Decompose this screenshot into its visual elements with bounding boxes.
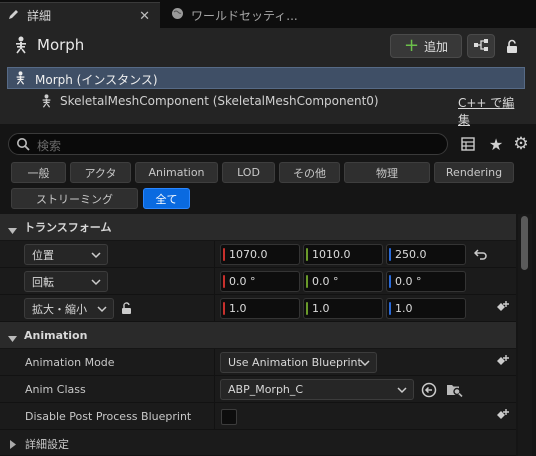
use-selected-icon[interactable]: [420, 381, 437, 398]
add-button[interactable]: + 追加: [390, 34, 462, 58]
disable-post-process-checkbox[interactable]: [221, 409, 237, 425]
scale-x-input[interactable]: 1.0: [220, 298, 300, 319]
rotation-y-value: 0.0 °: [312, 275, 339, 288]
rotation-z-input[interactable]: 0.0 °: [386, 271, 466, 292]
row-rotation: 回転 0.0 ° 0.0 ° 0.0 °: [0, 268, 516, 295]
search-input[interactable]: 検索: [8, 133, 448, 155]
chevron-down-icon: [8, 223, 17, 237]
advanced-label: 詳細設定: [25, 438, 69, 451]
rotation-z-value: 0.0 °: [395, 275, 422, 288]
page-title: Morph: [37, 36, 85, 54]
disable-post-process-label: Disable Post Process Blueprint: [25, 410, 192, 423]
tree-item-root-label: Morph (インスタンス): [35, 73, 158, 87]
add-key-icon[interactable]: [494, 408, 510, 424]
location-label: 位置: [32, 248, 54, 262]
filter-animation[interactable]: Animation: [135, 162, 218, 183]
filter-general[interactable]: 一般: [11, 162, 66, 183]
gear-icon[interactable]: ⚙: [511, 134, 531, 154]
location-y-input[interactable]: 1010.0: [303, 244, 383, 265]
scale-mode-dropdown[interactable]: 拡大・縮小: [24, 298, 114, 319]
add-key-icon[interactable]: [494, 300, 510, 316]
blueprint-icon: [473, 38, 489, 55]
scrollbar-thumb[interactable]: [521, 216, 528, 270]
blueprint-button[interactable]: [467, 34, 495, 58]
reset-arrow-icon[interactable]: [473, 246, 489, 262]
chevron-down-icon: [8, 331, 17, 345]
globe-icon: [171, 7, 184, 23]
rotation-x-value: 0.0 °: [229, 275, 256, 288]
rotation-y-input[interactable]: 0.0 °: [303, 271, 383, 292]
filter-rendering[interactable]: Rendering: [434, 162, 514, 183]
tab-details-label: 詳細: [27, 9, 52, 23]
skeleton-icon: [14, 71, 27, 88]
location-x-value: 1070.0: [229, 248, 268, 261]
browse-icon[interactable]: [445, 381, 463, 398]
chevron-down-icon: [91, 246, 101, 267]
skeleton-icon: [13, 36, 29, 57]
rotation-label: 回転: [32, 275, 54, 289]
animation-mode-dropdown[interactable]: Use Animation Blueprint: [220, 352, 377, 373]
tab-world-settings-label: ワールドセッティ...: [191, 8, 298, 23]
filter-all[interactable]: 全て: [143, 188, 190, 209]
section-animation-label: Animation: [24, 328, 88, 342]
lock-icon[interactable]: [120, 301, 134, 315]
section-transform[interactable]: トランスフォーム: [0, 214, 516, 240]
rotation-mode-dropdown[interactable]: 回転: [24, 271, 108, 292]
filter-physics[interactable]: 物理: [344, 162, 430, 183]
table-icon[interactable]: [460, 136, 476, 152]
chevron-right-icon: [10, 438, 16, 452]
row-advanced[interactable]: 詳細設定: [0, 430, 516, 456]
row-disable-post-process: Disable Post Process Blueprint: [0, 403, 516, 430]
tree-item-root[interactable]: Morph (インスタンス): [7, 67, 525, 89]
tab-details[interactable]: 詳細 ✕: [0, 2, 160, 28]
row-location: 位置 1070.0 1010.0 250.0: [0, 241, 516, 268]
rotation-x-input[interactable]: 0.0 °: [220, 271, 300, 292]
chevron-down-icon: [360, 354, 370, 375]
filter-lod[interactable]: LOD: [222, 162, 275, 183]
section-transform-label: トランスフォーム: [24, 221, 112, 234]
row-animation-mode: Animation Mode Use Animation Blueprint: [0, 349, 516, 376]
lock-icon[interactable]: [503, 37, 521, 55]
anim-class-dropdown[interactable]: ABP_Morph_C: [220, 379, 414, 400]
search-icon: [16, 137, 30, 154]
tree-item-skeletal-mesh-label: SkeletalMeshComponent (SkeletalMeshCompo…: [60, 94, 379, 108]
scale-y-value: 1.0: [312, 302, 330, 315]
tab-world-settings[interactable]: ワールドセッティ...: [163, 2, 318, 28]
filter-other[interactable]: その他: [279, 162, 340, 183]
filter-actor[interactable]: アクタ: [70, 162, 131, 183]
location-x-input[interactable]: 1070.0: [220, 244, 300, 265]
location-z-value: 250.0: [395, 248, 427, 261]
scale-x-value: 1.0: [229, 302, 247, 315]
animation-mode-value: Use Animation Blueprint: [228, 356, 362, 369]
anim-class-value: ABP_Morph_C: [228, 383, 304, 396]
edit-cpp-link[interactable]: C++ で編集: [458, 94, 525, 128]
pencil-icon: [8, 8, 20, 23]
filter-streaming[interactable]: ストリーミング: [11, 188, 138, 209]
chevron-down-icon: [397, 381, 407, 402]
tree-item-skeletal-mesh[interactable]: SkeletalMeshComponent (SkeletalMeshCompo…: [7, 90, 525, 127]
scale-z-value: 1.0: [395, 302, 413, 315]
location-mode-dropdown[interactable]: 位置: [24, 244, 108, 265]
location-z-input[interactable]: 250.0: [386, 244, 466, 265]
chevron-down-icon: [97, 300, 107, 321]
skeleton-icon: [40, 94, 53, 111]
scale-label: 拡大・縮小: [32, 302, 87, 316]
star-icon[interactable]: ★: [487, 135, 505, 154]
chevron-down-icon: [91, 273, 101, 294]
section-animation[interactable]: Animation: [0, 322, 516, 348]
location-y-value: 1010.0: [312, 248, 351, 261]
row-scale: 拡大・縮小 1.0 1.0 1.0: [0, 295, 516, 322]
search-placeholder: 検索: [37, 139, 62, 153]
add-button-label: 追加: [424, 39, 449, 54]
plus-icon: +: [403, 35, 420, 56]
row-anim-class: Anim Class ABP_Morph_C: [0, 376, 516, 403]
scale-y-input[interactable]: 1.0: [303, 298, 383, 319]
anim-class-label: Anim Class: [25, 383, 86, 396]
close-icon[interactable]: ✕: [139, 9, 150, 24]
animation-mode-label: Animation Mode: [25, 356, 115, 369]
scale-z-input[interactable]: 1.0: [386, 298, 466, 319]
add-key-icon[interactable]: [494, 354, 510, 370]
